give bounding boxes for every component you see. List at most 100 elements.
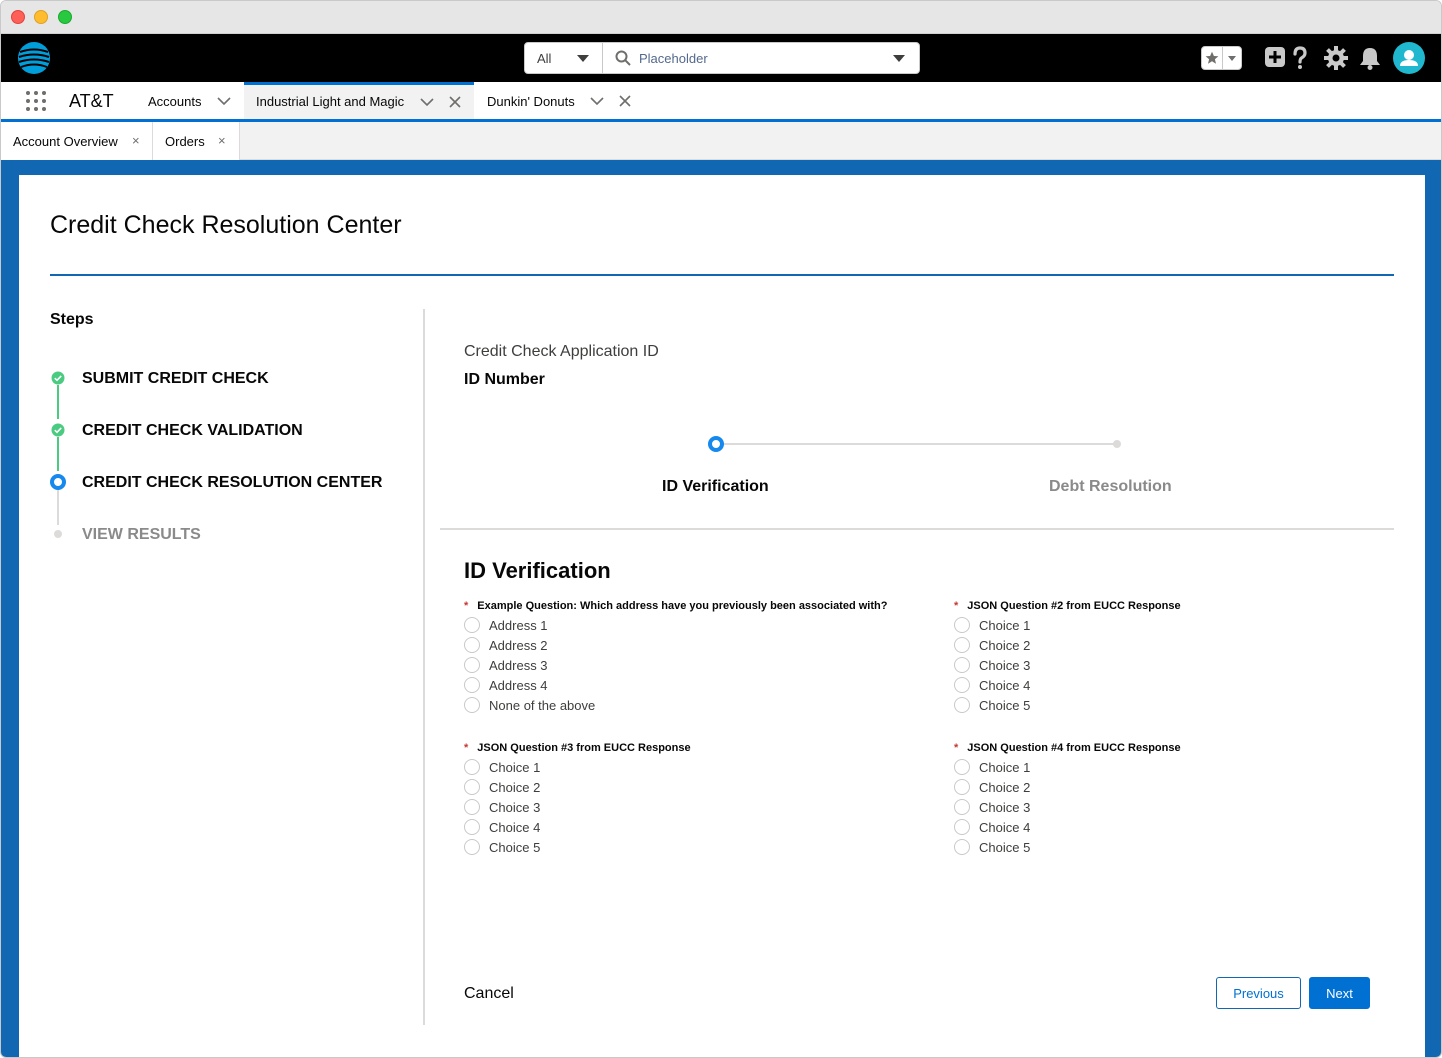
question-label: * JSON Question #3 from EUCC Response: [464, 741, 944, 757]
option-label: Choice 4: [979, 677, 1031, 693]
radio-button[interactable]: [464, 799, 480, 815]
option-label: Choice 4: [489, 819, 541, 835]
radio-button[interactable]: [954, 779, 970, 795]
radio-button[interactable]: [954, 839, 970, 855]
radio-button[interactable]: [954, 657, 970, 673]
section-title: ID Verification: [464, 558, 611, 583]
radio-option[interactable]: Choice 2: [954, 635, 1434, 655]
progress-step-active-icon[interactable]: [708, 436, 724, 452]
nav-item-label: Accounts: [148, 94, 202, 109]
radio-button[interactable]: [464, 677, 480, 693]
steps-divider: [423, 309, 425, 1025]
nav-item-industrial-light-and-magic[interactable]: Industrial Light and Magic: [244, 82, 474, 119]
option-label: Choice 1: [979, 617, 1031, 633]
radio-button[interactable]: [464, 819, 480, 835]
option-label: Choice 1: [979, 759, 1031, 775]
nav-item-dunkin-donuts[interactable]: Dunkin' Donuts: [474, 82, 644, 119]
step-credit-check-resolution-center: CREDIT CHECK RESOLUTION CENTER: [82, 474, 383, 491]
subtab-label: Orders: [165, 134, 205, 149]
nav-item-label: Dunkin' Donuts: [487, 94, 575, 109]
add-icon[interactable]: [1264, 46, 1286, 68]
question-group: * JSON Question #2 from EUCC Response Cho…: [954, 599, 1434, 715]
radio-option[interactable]: Choice 5: [954, 695, 1434, 715]
chevron-down-icon[interactable]: [217, 94, 231, 108]
option-label: Choice 5: [979, 697, 1031, 713]
radio-button[interactable]: [464, 779, 480, 795]
workspace-subtabs: Account Overview × Orders ×: [1, 122, 1441, 160]
chevron-down-icon[interactable]: [590, 94, 604, 108]
radio-button[interactable]: [464, 657, 480, 673]
question-group: * Example Question: Which address have yo…: [464, 599, 944, 715]
radio-button[interactable]: [954, 617, 970, 633]
radio-button[interactable]: [464, 697, 480, 713]
att-globe-icon[interactable]: [17, 41, 51, 75]
option-label: Choice 2: [979, 779, 1031, 795]
radio-option[interactable]: Choice 5: [464, 837, 944, 857]
option-label: Choice 1: [489, 759, 541, 775]
radio-option[interactable]: Choice 4: [464, 817, 944, 837]
close-window-button[interactable]: [11, 10, 25, 24]
maximize-window-button[interactable]: [58, 10, 72, 24]
chevron-down-icon[interactable]: [420, 95, 434, 109]
radio-option[interactable]: Choice 4: [954, 675, 1434, 695]
close-icon[interactable]: [448, 95, 462, 109]
radio-option[interactable]: Address 1: [464, 615, 944, 635]
radio-button[interactable]: [464, 617, 480, 633]
gear-icon[interactable]: [1324, 46, 1348, 70]
close-icon[interactable]: [618, 94, 632, 108]
radio-option[interactable]: Choice 3: [954, 655, 1434, 675]
radio-option[interactable]: Choice 5: [954, 837, 1434, 857]
radio-option[interactable]: Choice 3: [464, 797, 944, 817]
minimize-window-button[interactable]: [34, 10, 48, 24]
radio-option[interactable]: Choice 2: [954, 777, 1434, 797]
radio-button[interactable]: [954, 697, 970, 713]
browser-window: All Placeholder AT&T Accounts Industrial…: [0, 0, 1442, 1058]
radio-button[interactable]: [464, 839, 480, 855]
radio-button[interactable]: [464, 637, 480, 653]
star-icon[interactable]: [1202, 47, 1224, 69]
close-icon[interactable]: ×: [132, 133, 140, 148]
next-button[interactable]: Next: [1309, 977, 1370, 1009]
radio-button[interactable]: [954, 759, 970, 775]
user-avatar[interactable]: [1393, 42, 1425, 74]
search-field: [603, 43, 919, 73]
caret-down-icon[interactable]: [893, 55, 905, 62]
required-marker: *: [954, 600, 959, 612]
app-launcher-icon[interactable]: [26, 91, 46, 111]
search-scope-dropdown[interactable]: All: [525, 43, 603, 73]
option-label: Choice 2: [979, 637, 1031, 653]
radio-button[interactable]: [954, 637, 970, 653]
option-label: Address 1: [489, 617, 548, 633]
help-icon[interactable]: [1289, 46, 1311, 70]
progress-step-pending-icon[interactable]: [1113, 440, 1121, 448]
radio-option[interactable]: Choice 3: [954, 797, 1434, 817]
radio-option[interactable]: Address 3: [464, 655, 944, 675]
radio-button[interactable]: [954, 799, 970, 815]
radio-option[interactable]: Choice 2: [464, 777, 944, 797]
radio-option[interactable]: Choice 4: [954, 817, 1434, 837]
radio-option[interactable]: Choice 1: [954, 757, 1434, 777]
previous-button[interactable]: Previous: [1216, 977, 1301, 1009]
radio-option[interactable]: None of the above: [464, 695, 944, 715]
step-connector: [57, 385, 59, 419]
question-label: * JSON Question #4 from EUCC Response: [954, 741, 1434, 757]
radio-button[interactable]: [954, 677, 970, 693]
page-title: Credit Check Resolution Center: [50, 211, 402, 239]
close-icon[interactable]: ×: [218, 133, 226, 148]
notification-bell-icon[interactable]: [1358, 46, 1382, 70]
subtab-orders[interactable]: Orders ×: [153, 122, 240, 160]
radio-button[interactable]: [464, 759, 480, 775]
radio-option[interactable]: Address 4: [464, 675, 944, 695]
caret-down-icon: [1228, 56, 1237, 61]
subtab-account-overview[interactable]: Account Overview ×: [1, 122, 153, 160]
radio-option[interactable]: Choice 1: [464, 757, 944, 777]
title-divider: [50, 274, 1394, 276]
radio-button[interactable]: [954, 819, 970, 835]
radio-option[interactable]: Address 2: [464, 635, 944, 655]
cancel-link[interactable]: Cancel: [464, 985, 514, 1003]
nav-item-accounts[interactable]: Accounts: [135, 82, 243, 119]
favorites-dropdown[interactable]: [1223, 47, 1241, 69]
search-input[interactable]: [639, 43, 909, 73]
favorites-button[interactable]: [1201, 46, 1242, 70]
radio-option[interactable]: Choice 1: [954, 615, 1434, 635]
